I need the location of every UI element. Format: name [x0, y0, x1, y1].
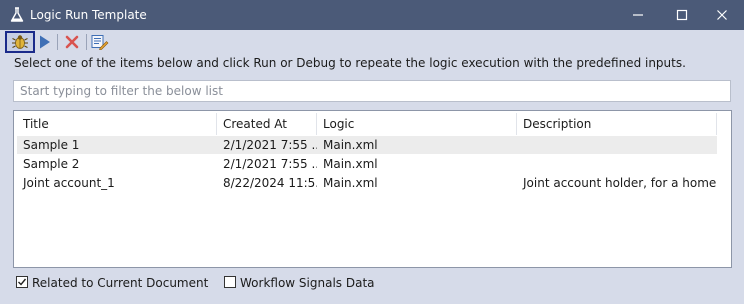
related-checkbox[interactable] [16, 276, 28, 288]
column-header-title[interactable]: Title [17, 113, 217, 135]
cell-description: Joint account holder, for a home t... [523, 176, 717, 190]
toolbar [0, 30, 744, 54]
window-title: Logic Run Template [30, 8, 147, 22]
table-row[interactable]: Joint account_1 8/22/2024 11:5... Main.x… [17, 174, 717, 192]
cell-logic: Main.xml [323, 157, 378, 171]
related-checkbox-label[interactable]: Related to Current Document [32, 276, 208, 290]
delete-x-icon [65, 35, 79, 49]
cell-logic: Main.xml [323, 176, 378, 190]
minimize-button[interactable] [616, 0, 660, 30]
column-header-logic[interactable]: Logic [317, 113, 517, 135]
close-button[interactable] [700, 0, 744, 30]
run-button[interactable] [35, 32, 59, 52]
checkmark-icon [18, 278, 27, 286]
cell-title: Joint account_1 [23, 176, 115, 190]
toolbar-separator [86, 34, 87, 50]
edit-list-icon [91, 35, 109, 50]
cell-title: Sample 1 [23, 138, 80, 152]
instruction-text: Select one of the items below and click … [14, 56, 686, 70]
play-icon [40, 35, 50, 49]
column-header-description[interactable]: Description [517, 113, 717, 135]
cell-logic: Main.xml [323, 138, 378, 152]
edit-button[interactable] [88, 32, 112, 52]
bug-icon [12, 35, 28, 49]
cell-description [517, 136, 717, 154]
debug-button[interactable] [5, 31, 35, 53]
maximize-icon [676, 9, 688, 21]
table-row[interactable]: Sample 1 2/1/2021 7:55 ... Main.xml [17, 136, 717, 154]
filter-input[interactable] [13, 80, 731, 102]
signals-checkbox-label[interactable]: Workflow Signals Data [240, 276, 375, 290]
cell-description [517, 155, 717, 173]
templates-table: Title Created At Logic Description Sampl… [13, 110, 732, 268]
cell-created-at: 8/22/2024 11:5... [223, 176, 317, 190]
close-icon [717, 10, 727, 20]
table-row[interactable]: Sample 2 2/1/2021 7:55 ... Main.xml [17, 155, 717, 173]
logic-run-template-window: Logic Run Template Select one of the ite… [0, 0, 744, 304]
maximize-button[interactable] [660, 0, 704, 30]
title-bar[interactable]: Logic Run Template [0, 0, 744, 30]
minimize-icon [633, 14, 643, 16]
signals-checkbox[interactable] [224, 276, 236, 288]
cell-title: Sample 2 [23, 157, 80, 171]
delete-button[interactable] [60, 32, 84, 52]
flask-icon [10, 7, 24, 22]
cell-created-at: 2/1/2021 7:55 ... [223, 138, 317, 152]
table-header: Title Created At Logic Description [17, 113, 717, 135]
toolbar-separator [57, 34, 58, 50]
column-header-created-at[interactable]: Created At [217, 113, 317, 135]
cell-created-at: 2/1/2021 7:55 ... [223, 157, 317, 171]
